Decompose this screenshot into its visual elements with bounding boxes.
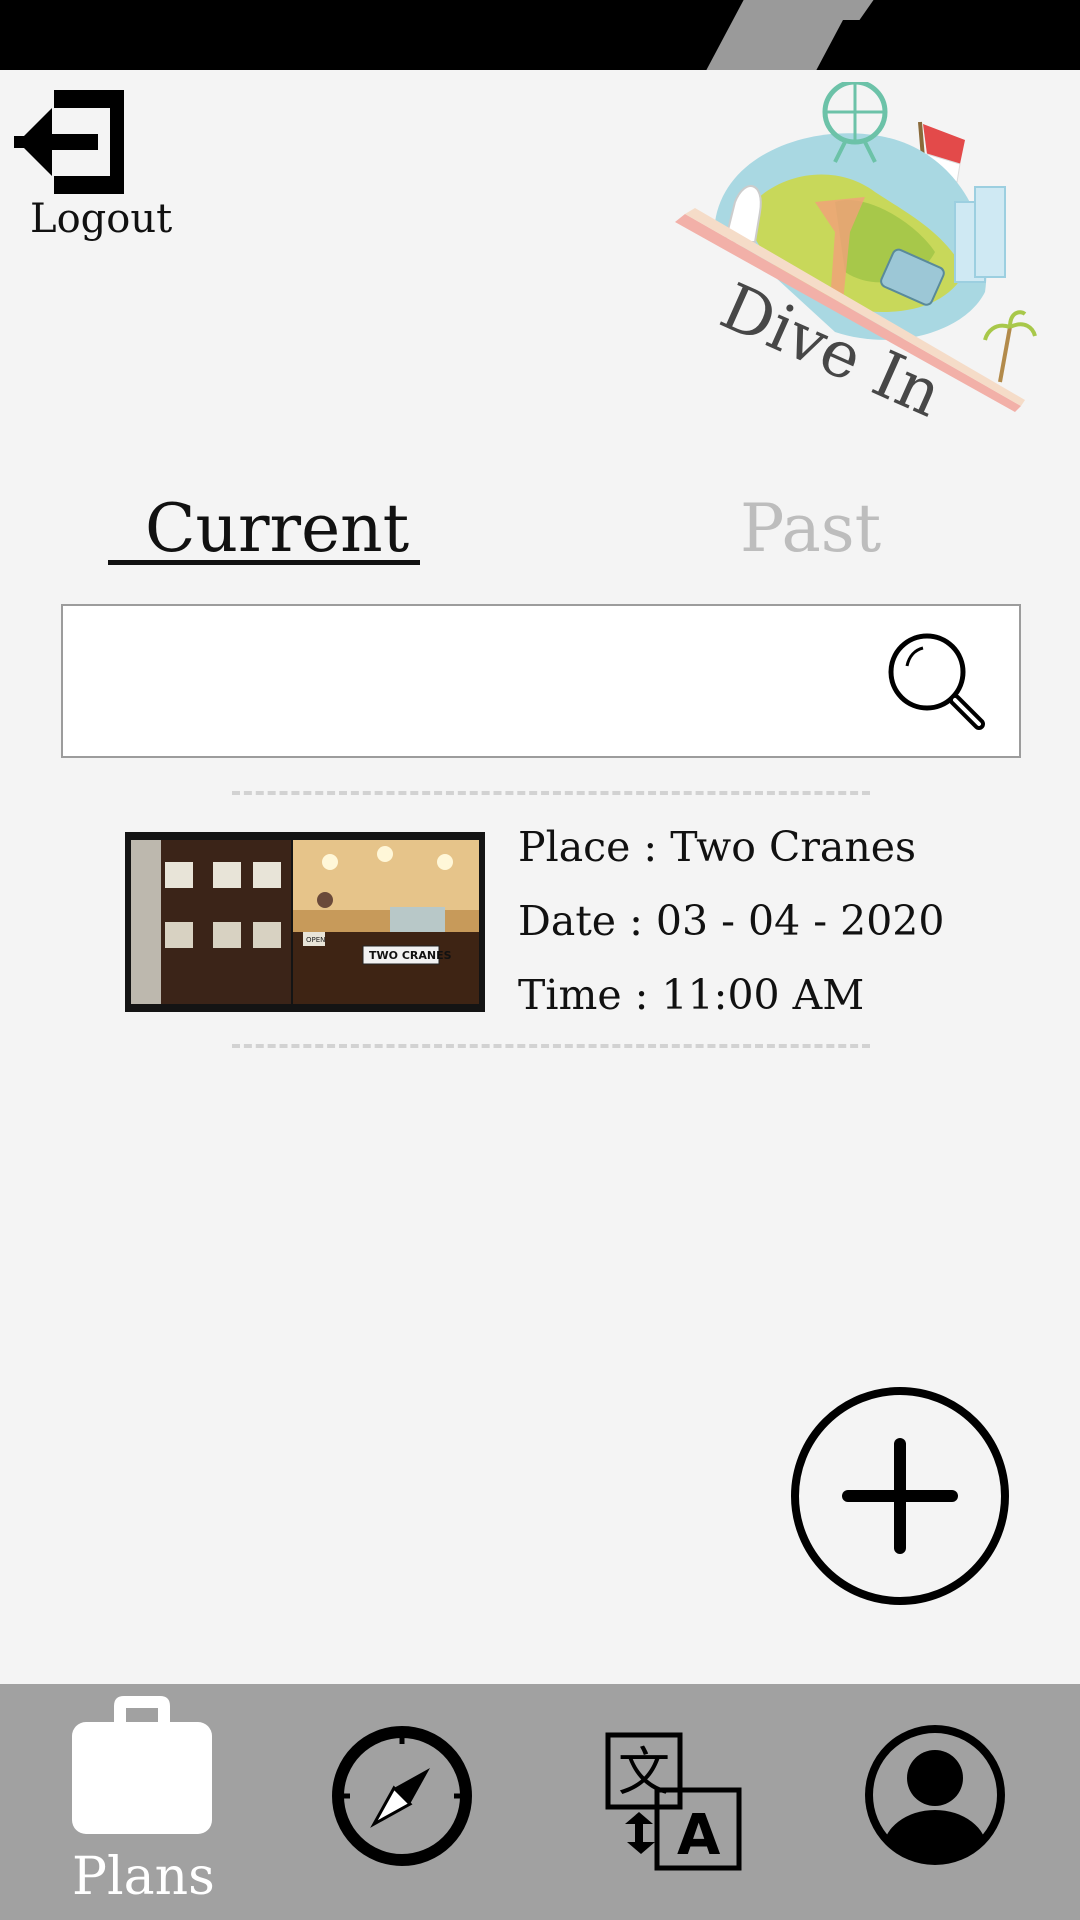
logout-button[interactable]: Logout [14,84,174,244]
logout-icon [14,90,124,194]
divider [232,1044,870,1048]
search-bar [61,604,1021,758]
nav-explore[interactable] [330,1724,475,1869]
add-plan-button[interactable] [788,1384,1012,1608]
compass-icon [332,1726,472,1866]
nav-plans-label: Plans [72,1847,215,1907]
plan-item[interactable]: OPEN TWO CRANES Place : Two Cranes Date … [120,810,944,1030]
tab-current[interactable]: Current [145,490,409,567]
svg-text:A: A [677,1803,721,1868]
svg-text:文: 文 [618,1743,670,1803]
plus-circle-icon [791,1387,1009,1605]
plan-photo: OPEN TWO CRANES [125,832,485,1012]
photo-shop-sign: TWO CRANES [369,949,452,962]
suitcase-icon [72,1696,212,1834]
plan-time: Time : 11:00 AM [518,971,865,1019]
search-input[interactable] [83,636,907,728]
search-icon[interactable] [885,630,985,730]
translate-icon: 文 A [605,1732,742,1871]
status-bar [0,0,1080,70]
plan-place: Place : Two Cranes [518,823,917,871]
nav-profile[interactable] [860,1720,1010,1870]
tab-past[interactable]: Past [740,490,881,567]
plan-details: Place : Two Cranes Date : 03 - 04 - 2020… [518,810,944,1032]
logout-label: Logout [30,196,173,242]
plan-date: Date : 03 - 04 - 2020 [518,897,945,945]
photo-open-sign: OPEN [306,936,325,944]
tab-current-underline [108,560,420,565]
nav-plans[interactable]: Plans [62,1692,232,1912]
bottom-navigation: Plans 文 A [0,1684,1080,1920]
profile-icon [865,1725,1005,1865]
divider [232,791,870,795]
nav-translate[interactable]: 文 A [605,1732,745,1872]
